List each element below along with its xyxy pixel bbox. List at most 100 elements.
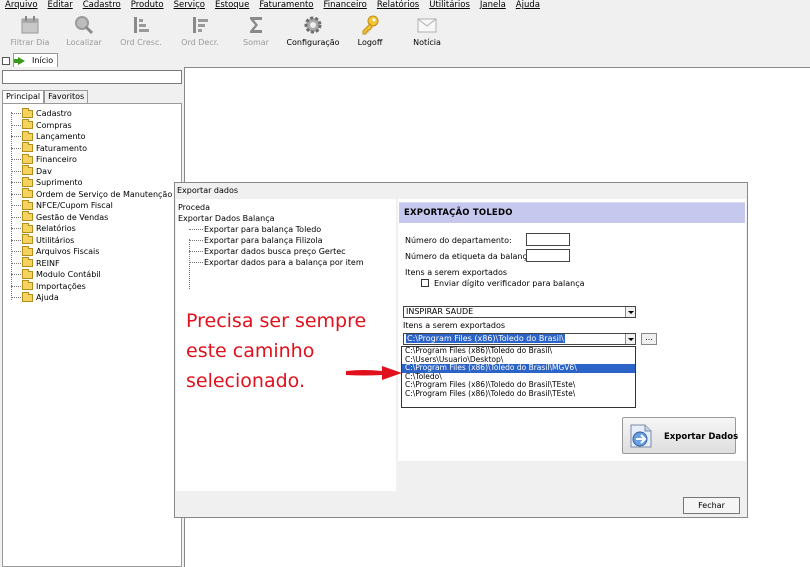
items-label-2: Itens a serem exportados xyxy=(403,321,506,330)
folder-icon xyxy=(22,119,33,129)
menu-produto[interactable]: Produto xyxy=(126,0,169,11)
localizar-button[interactable]: Localizar xyxy=(54,11,114,51)
folder-icon xyxy=(22,211,33,221)
folder-icon xyxy=(22,130,33,141)
label-number-input[interactable] xyxy=(526,249,570,262)
tree-item-faturamento[interactable]: Faturamento xyxy=(11,142,87,154)
folder-icon xyxy=(22,222,33,233)
key-icon xyxy=(362,15,379,35)
dialog-title: Exportar dados xyxy=(177,186,239,195)
menu-editar[interactable]: Editar xyxy=(43,0,78,11)
noticia-button[interactable]: Notícia xyxy=(397,11,457,51)
menu-financeiro[interactable]: Financeiro xyxy=(318,0,371,11)
folder-icon xyxy=(22,245,33,256)
configuracao-button[interactable]: Configuração xyxy=(283,11,343,51)
folder-icon xyxy=(22,142,33,152)
folder-icon xyxy=(22,165,33,175)
folder-icon xyxy=(22,199,33,210)
toolbar: Filtrar Dia Localizar Ord Cresc. Ord Dec… xyxy=(0,11,810,51)
tab-strip-checkbox[interactable] xyxy=(2,57,10,65)
menu-utilitarios[interactable]: Utilitários xyxy=(424,0,475,11)
folder-icon xyxy=(22,268,33,279)
tree-item-financeiro[interactable]: Financeiro xyxy=(11,153,77,165)
check-digit-checkbox[interactable] xyxy=(421,279,429,287)
export-path-dropdown: C:\Program Files (x86)\Toledo do Brasil\… xyxy=(401,346,636,408)
tree-root-proceda[interactable]: Proceda xyxy=(178,203,210,212)
tree-item-cadastro[interactable]: Cadastro xyxy=(11,107,72,119)
folder-icon xyxy=(22,280,33,290)
menu-ajuda[interactable]: Ajuda xyxy=(511,0,545,11)
tree-item-utilitarios[interactable]: Utilitários xyxy=(11,234,74,246)
export-path-select[interactable]: C:\Program Files (x86)\Toledo do Brasil\ xyxy=(403,333,636,345)
folder-icon xyxy=(22,257,33,267)
sigma-icon xyxy=(250,17,262,33)
tree-item-relatorios[interactable]: Relatórios xyxy=(11,222,76,234)
tree-item-ajuda[interactable]: Ajuda xyxy=(11,291,59,303)
tree-item-reinf[interactable]: REINF xyxy=(11,257,60,269)
tree-item-toledo[interactable]: Exportar para balança Toledo xyxy=(189,225,321,234)
tree-item-balanca-item[interactable]: Exportar dados para a balança por item xyxy=(189,258,364,267)
folder-icon xyxy=(22,153,33,164)
tree-item-gertec[interactable]: Exportar dados busca preço Gertec xyxy=(189,247,346,256)
ord-decr-button[interactable]: Ord Decr. xyxy=(170,11,230,51)
panel-header: EXPORTAÇÃO TOLEDO xyxy=(399,202,745,223)
somar-button[interactable]: Somar xyxy=(226,11,286,51)
gear-icon xyxy=(304,16,322,34)
browse-folder-button[interactable]: ... xyxy=(641,333,657,345)
tree-item-nfce[interactable]: NFCE/Cupom Fiscal xyxy=(11,199,113,211)
calendar-icon xyxy=(21,16,39,34)
items-label: Itens a serem exportados xyxy=(405,268,508,277)
tree-item-arquivos-fiscais[interactable]: Arquivos Fiscais xyxy=(11,245,99,257)
menu-relatorios[interactable]: Relatórios xyxy=(372,0,424,11)
folder-icon xyxy=(22,176,33,187)
menu-arquivo[interactable]: Arquivo xyxy=(0,0,43,11)
department-label: Número do departamento: xyxy=(405,236,512,245)
tab-inicio[interactable]: Início xyxy=(13,53,59,67)
menu-faturamento[interactable]: Faturamento xyxy=(254,0,318,11)
tab-favoritos[interactable]: Favoritos xyxy=(44,90,89,103)
chevron-down-icon[interactable] xyxy=(625,307,635,317)
path-option[interactable]: C:\Program Files (x86)\Toledo do Brasil\… xyxy=(402,389,635,399)
department-input[interactable] xyxy=(526,233,570,246)
menu-bar: Arquivo Editar Cadastro Produto Serviço … xyxy=(0,0,810,11)
tree-item-ordem-servico[interactable]: Ordem de Serviço de Manutenção xyxy=(11,188,172,200)
tree-item-importacoes[interactable]: Importações xyxy=(11,280,86,292)
tree-item-filizola[interactable]: Exportar para balança Filizola xyxy=(189,236,323,245)
filtrar-dia-button[interactable]: Filtrar Dia xyxy=(0,11,60,51)
folder-icon xyxy=(22,234,33,244)
tree-item-modulo-contabil[interactable]: Modulo Contábil xyxy=(11,268,101,280)
tree-root-exportar-balanca[interactable]: Exportar Dados Balança xyxy=(178,214,275,223)
product-group-select[interactable]: INSPIRAR SAUDE xyxy=(403,306,636,318)
close-button[interactable]: Fechar xyxy=(683,497,740,514)
search-icon xyxy=(75,16,94,35)
annotation-arrow-icon xyxy=(346,366,402,380)
chevron-down-icon[interactable] xyxy=(625,334,635,344)
tree-item-compras[interactable]: Compras xyxy=(11,119,72,131)
logoff-button[interactable]: Logoff xyxy=(340,11,400,51)
menu-estoque[interactable]: Estoque xyxy=(210,0,254,11)
check-digit-label: Enviar dígito verificador para balança xyxy=(434,279,585,288)
tab-principal[interactable]: Principal xyxy=(2,90,45,103)
sort-ascending-icon xyxy=(134,17,149,33)
envelope-icon xyxy=(417,18,437,33)
folder-icon xyxy=(22,107,33,118)
tree-item-dav[interactable]: Dav xyxy=(11,165,52,177)
ord-cresc-button[interactable]: Ord Cresc. xyxy=(111,11,171,51)
menu-servico[interactable]: Serviço xyxy=(169,0,210,11)
tree-item-lancamento[interactable]: Lançamento xyxy=(11,130,86,142)
tree-item-suprimento[interactable]: Suprimento xyxy=(11,176,83,188)
folder-icon xyxy=(22,291,33,302)
menu-search-input[interactable] xyxy=(2,70,182,84)
sort-descending-icon xyxy=(193,17,208,33)
folder-icon xyxy=(22,188,33,198)
tree-item-gestao-vendas[interactable]: Gestão de Vendas xyxy=(11,211,108,223)
menu-cadastro[interactable]: Cadastro xyxy=(78,0,126,11)
left-panel-tabs: Principal Favoritos xyxy=(2,90,89,103)
export-data-button[interactable]: Exportar Dados xyxy=(622,417,738,454)
label-number-label: Número da etiqueta da balança: xyxy=(405,252,535,261)
export-document-icon xyxy=(630,424,652,448)
document-tab-strip: Início xyxy=(0,53,810,67)
navigation-tree: Cadastro Compras Lançamento Faturamento … xyxy=(2,103,182,567)
menu-janela[interactable]: Janela xyxy=(475,0,511,11)
arrow-right-icon xyxy=(14,57,25,65)
